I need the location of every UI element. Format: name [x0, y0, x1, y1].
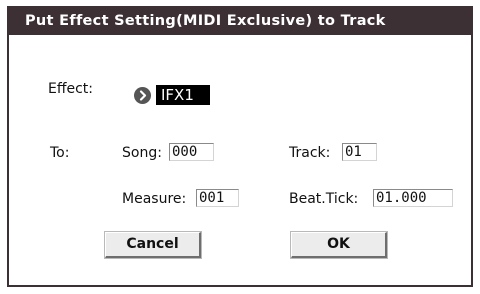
measure-field[interactable]: 001	[196, 189, 239, 207]
cancel-button[interactable]: Cancel	[104, 231, 202, 259]
ok-button[interactable]: OK	[290, 231, 388, 259]
effect-label: Effect:	[48, 81, 94, 97]
effect-select[interactable]: IFX1	[156, 85, 210, 105]
beat-tick-field[interactable]: 01.000	[373, 189, 453, 207]
dialog-title: Put Effect Setting(MIDI Exclusive) to Tr…	[9, 8, 471, 35]
song-label: Song:	[122, 145, 162, 161]
to-label: To:	[50, 145, 70, 161]
put-effect-dialog: Put Effect Setting(MIDI Exclusive) to Tr…	[7, 6, 473, 287]
track-field[interactable]: 01	[342, 143, 377, 161]
song-field[interactable]: 000	[169, 143, 214, 161]
measure-label: Measure:	[122, 191, 187, 207]
circle-arrow-right-icon[interactable]	[134, 87, 151, 104]
beat-tick-label: Beat.Tick:	[289, 191, 359, 207]
track-label: Track:	[289, 145, 331, 161]
